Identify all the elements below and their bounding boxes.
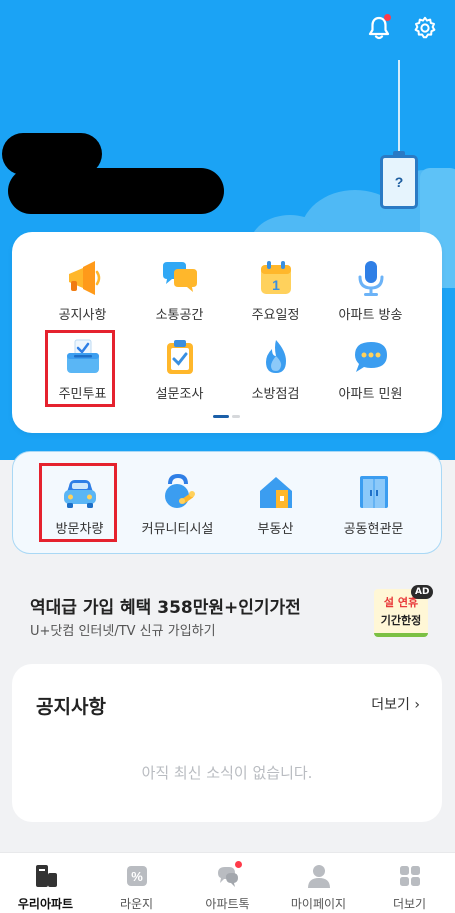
menu-item-fire-inspection[interactable]: 소방점검 [223, 337, 328, 402]
menu-item-schedule[interactable]: 1 주요일정 [223, 258, 328, 323]
bottom-navigation: 우리아파트 % 라운지 아파트톡 마이페이지 더보기 [0, 852, 455, 913]
notification-button[interactable] [361, 10, 397, 46]
clipboard-check-icon [166, 340, 193, 374]
quick-item-community-facility[interactable]: 커뮤니티시설 [125, 472, 230, 537]
calendar-icon: 1 [260, 261, 291, 294]
menu-item-label: 아파트 방송 [338, 308, 403, 323]
nav-item-my-apartment[interactable]: 우리아파트 [0, 853, 91, 913]
menu-item-label: 아파트 민원 [338, 387, 403, 402]
menu-item-notice[interactable]: 공지사항 [30, 258, 135, 323]
menu-item-survey[interactable]: 설문조사 [127, 337, 232, 402]
id-card-symbol: ? [394, 174, 404, 190]
notice-more-link[interactable]: 더보기 › [371, 694, 420, 714]
gear-icon [414, 16, 436, 39]
door-icon [359, 476, 388, 508]
fire-icon [265, 340, 286, 373]
speech-dots-icon [354, 342, 387, 372]
id-card-lanyard [398, 60, 400, 156]
ad-title: 역대급 가입 혜택 358만원+인기가전 [30, 598, 301, 618]
notice-empty-message: 아직 최신 소식이 없습니다. [141, 764, 313, 782]
ad-banner[interactable]: 역대급 가입 혜택 358만원+인기가전 U+닷컴 인터넷/TV 신규 가입하기… [0, 583, 455, 645]
menu-item-label: 설문조사 [155, 387, 204, 402]
nav-item-my-page[interactable]: 마이페이지 [273, 853, 364, 913]
nav-item-more[interactable]: 더보기 [364, 853, 455, 913]
menu-item-label: 공지사항 [58, 308, 107, 323]
highlight-box-resident-vote [45, 330, 115, 407]
nav-label: 더보기 [392, 897, 427, 911]
house-icon [259, 477, 292, 508]
settings-button[interactable] [407, 10, 443, 46]
ad-tag: AD [411, 585, 434, 599]
page-indicator [213, 415, 240, 418]
new-message-dot [235, 861, 242, 868]
highlight-box-visitor-vehicle [39, 463, 117, 542]
chat-bubbles-icon [162, 262, 197, 292]
quick-item-label: 공동현관문 [343, 522, 404, 537]
nav-label: 마이페이지 [290, 897, 347, 911]
svg-text:1: 1 [272, 277, 280, 293]
microphone-icon [358, 261, 383, 296]
new-notification-dot [384, 14, 391, 21]
notice-card: 공지사항 더보기 › 아직 최신 소식이 없습니다. [12, 664, 442, 822]
id-card-illustration: ? [380, 151, 418, 209]
person-icon [307, 865, 330, 888]
kettlebell-icon [164, 473, 195, 508]
menu-item-label: 소방점검 [251, 387, 300, 402]
page-dot [232, 415, 240, 418]
nav-item-apartment-talk[interactable]: 아파트톡 [182, 853, 273, 913]
apartment-icon [35, 865, 57, 887]
quick-item-label: 부동산 [257, 522, 294, 537]
nav-label: 라운지 [119, 897, 154, 911]
quick-item-entrance-door[interactable]: 공동현관문 [321, 472, 426, 537]
grid-icon [399, 866, 420, 886]
megaphone-icon [68, 261, 100, 295]
page-dot-active [213, 415, 229, 418]
nav-label: 아파트톡 [205, 897, 250, 911]
percent-icon: % [126, 866, 147, 886]
menu-item-label: 소통공간 [155, 308, 204, 323]
menu-item-broadcast[interactable]: 아파트 방송 [318, 258, 423, 323]
svg-text:%: % [131, 869, 143, 884]
ad-badge-line2: 기간한정 [380, 614, 422, 627]
notice-title: 공지사항 [36, 696, 106, 718]
nav-item-lounge[interactable]: % 라운지 [91, 853, 182, 913]
quick-item-real-estate[interactable]: 부동산 [223, 472, 328, 537]
menu-item-community[interactable]: 소통공간 [127, 258, 232, 323]
quick-item-label: 커뮤니티시설 [141, 522, 214, 537]
ad-subtitle: U+닷컴 인터넷/TV 신규 가입하기 [30, 624, 216, 639]
menu-item-label: 주요일정 [251, 308, 300, 323]
nav-label: 우리아파트 [17, 897, 74, 911]
redacted-user-name [8, 168, 224, 214]
menu-item-complaint[interactable]: 아파트 민원 [318, 337, 423, 402]
